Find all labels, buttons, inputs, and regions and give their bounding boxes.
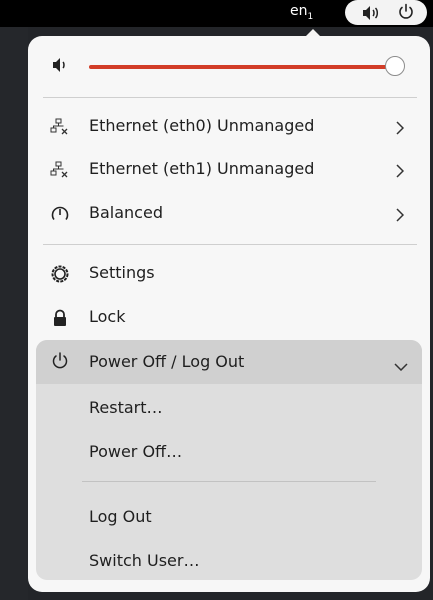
top-bar: en1 <box>0 0 433 27</box>
chevron-right-icon <box>396 120 405 139</box>
menu-item-label: Ethernet (eth1) Unmanaged <box>89 159 315 178</box>
power-icon <box>50 351 70 375</box>
menu-item-settings[interactable]: Settings <box>36 253 422 295</box>
gear-icon <box>50 264 70 284</box>
input-language-indicator[interactable]: en1 <box>290 3 313 22</box>
chevron-down-icon <box>394 356 408 375</box>
system-menu: Ethernet (eth0) Unmanaged Ethernet (eth1… <box>28 36 430 592</box>
menu-item-ethernet-eth0[interactable]: Ethernet (eth0) Unmanaged <box>36 106 422 148</box>
menu-item-power-mode[interactable]: Balanced <box>36 193 422 235</box>
power-profile-icon <box>50 204 70 224</box>
volume-slider-row <box>28 50 430 82</box>
power-off-log-out-button[interactable]: Power Off / Log Out <box>36 340 422 384</box>
menu-item-label: Ethernet (eth0) Unmanaged <box>89 116 315 135</box>
menu-item-label: Log Out <box>89 507 152 526</box>
speaker-icon <box>52 57 70 77</box>
volume-slider-handle[interactable] <box>385 56 405 76</box>
menu-item-label: Lock <box>89 307 126 326</box>
menu-item-label: Balanced <box>89 203 163 222</box>
wired-network-disconnected-icon <box>50 117 70 137</box>
menu-item-ethernet-eth1[interactable]: Ethernet (eth1) Unmanaged <box>36 149 422 191</box>
wired-network-disconnected-icon <box>50 160 70 180</box>
separator <box>43 244 417 245</box>
menu-item-label: Power Off… <box>89 442 183 461</box>
menu-item-label: Power Off / Log Out <box>89 352 245 371</box>
log-out-button[interactable]: Log Out <box>36 497 422 537</box>
switch-user-button[interactable]: Switch User… <box>36 541 422 581</box>
menu-item-label: Settings <box>89 263 155 282</box>
separator <box>43 97 417 98</box>
language-sub: 1 <box>307 11 314 22</box>
language-label: en <box>290 3 308 19</box>
power-submenu: Power Off / Log Out Restart… Power Off… … <box>36 340 422 580</box>
restart-button[interactable]: Restart… <box>36 388 422 428</box>
power-off-button[interactable]: Power Off… <box>36 432 422 472</box>
power-icon <box>397 3 415 25</box>
speaker-icon <box>362 5 380 25</box>
chevron-right-icon <box>396 163 405 182</box>
menu-item-label: Switch User… <box>89 551 200 570</box>
system-status-button[interactable] <box>345 0 427 25</box>
chevron-right-icon <box>396 207 405 226</box>
menu-item-label: Restart… <box>89 398 163 417</box>
lock-icon <box>50 308 70 328</box>
menu-item-lock[interactable]: Lock <box>36 297 422 339</box>
desktop-background <box>0 27 28 600</box>
volume-slider-track[interactable] <box>89 65 396 69</box>
separator <box>82 481 376 482</box>
